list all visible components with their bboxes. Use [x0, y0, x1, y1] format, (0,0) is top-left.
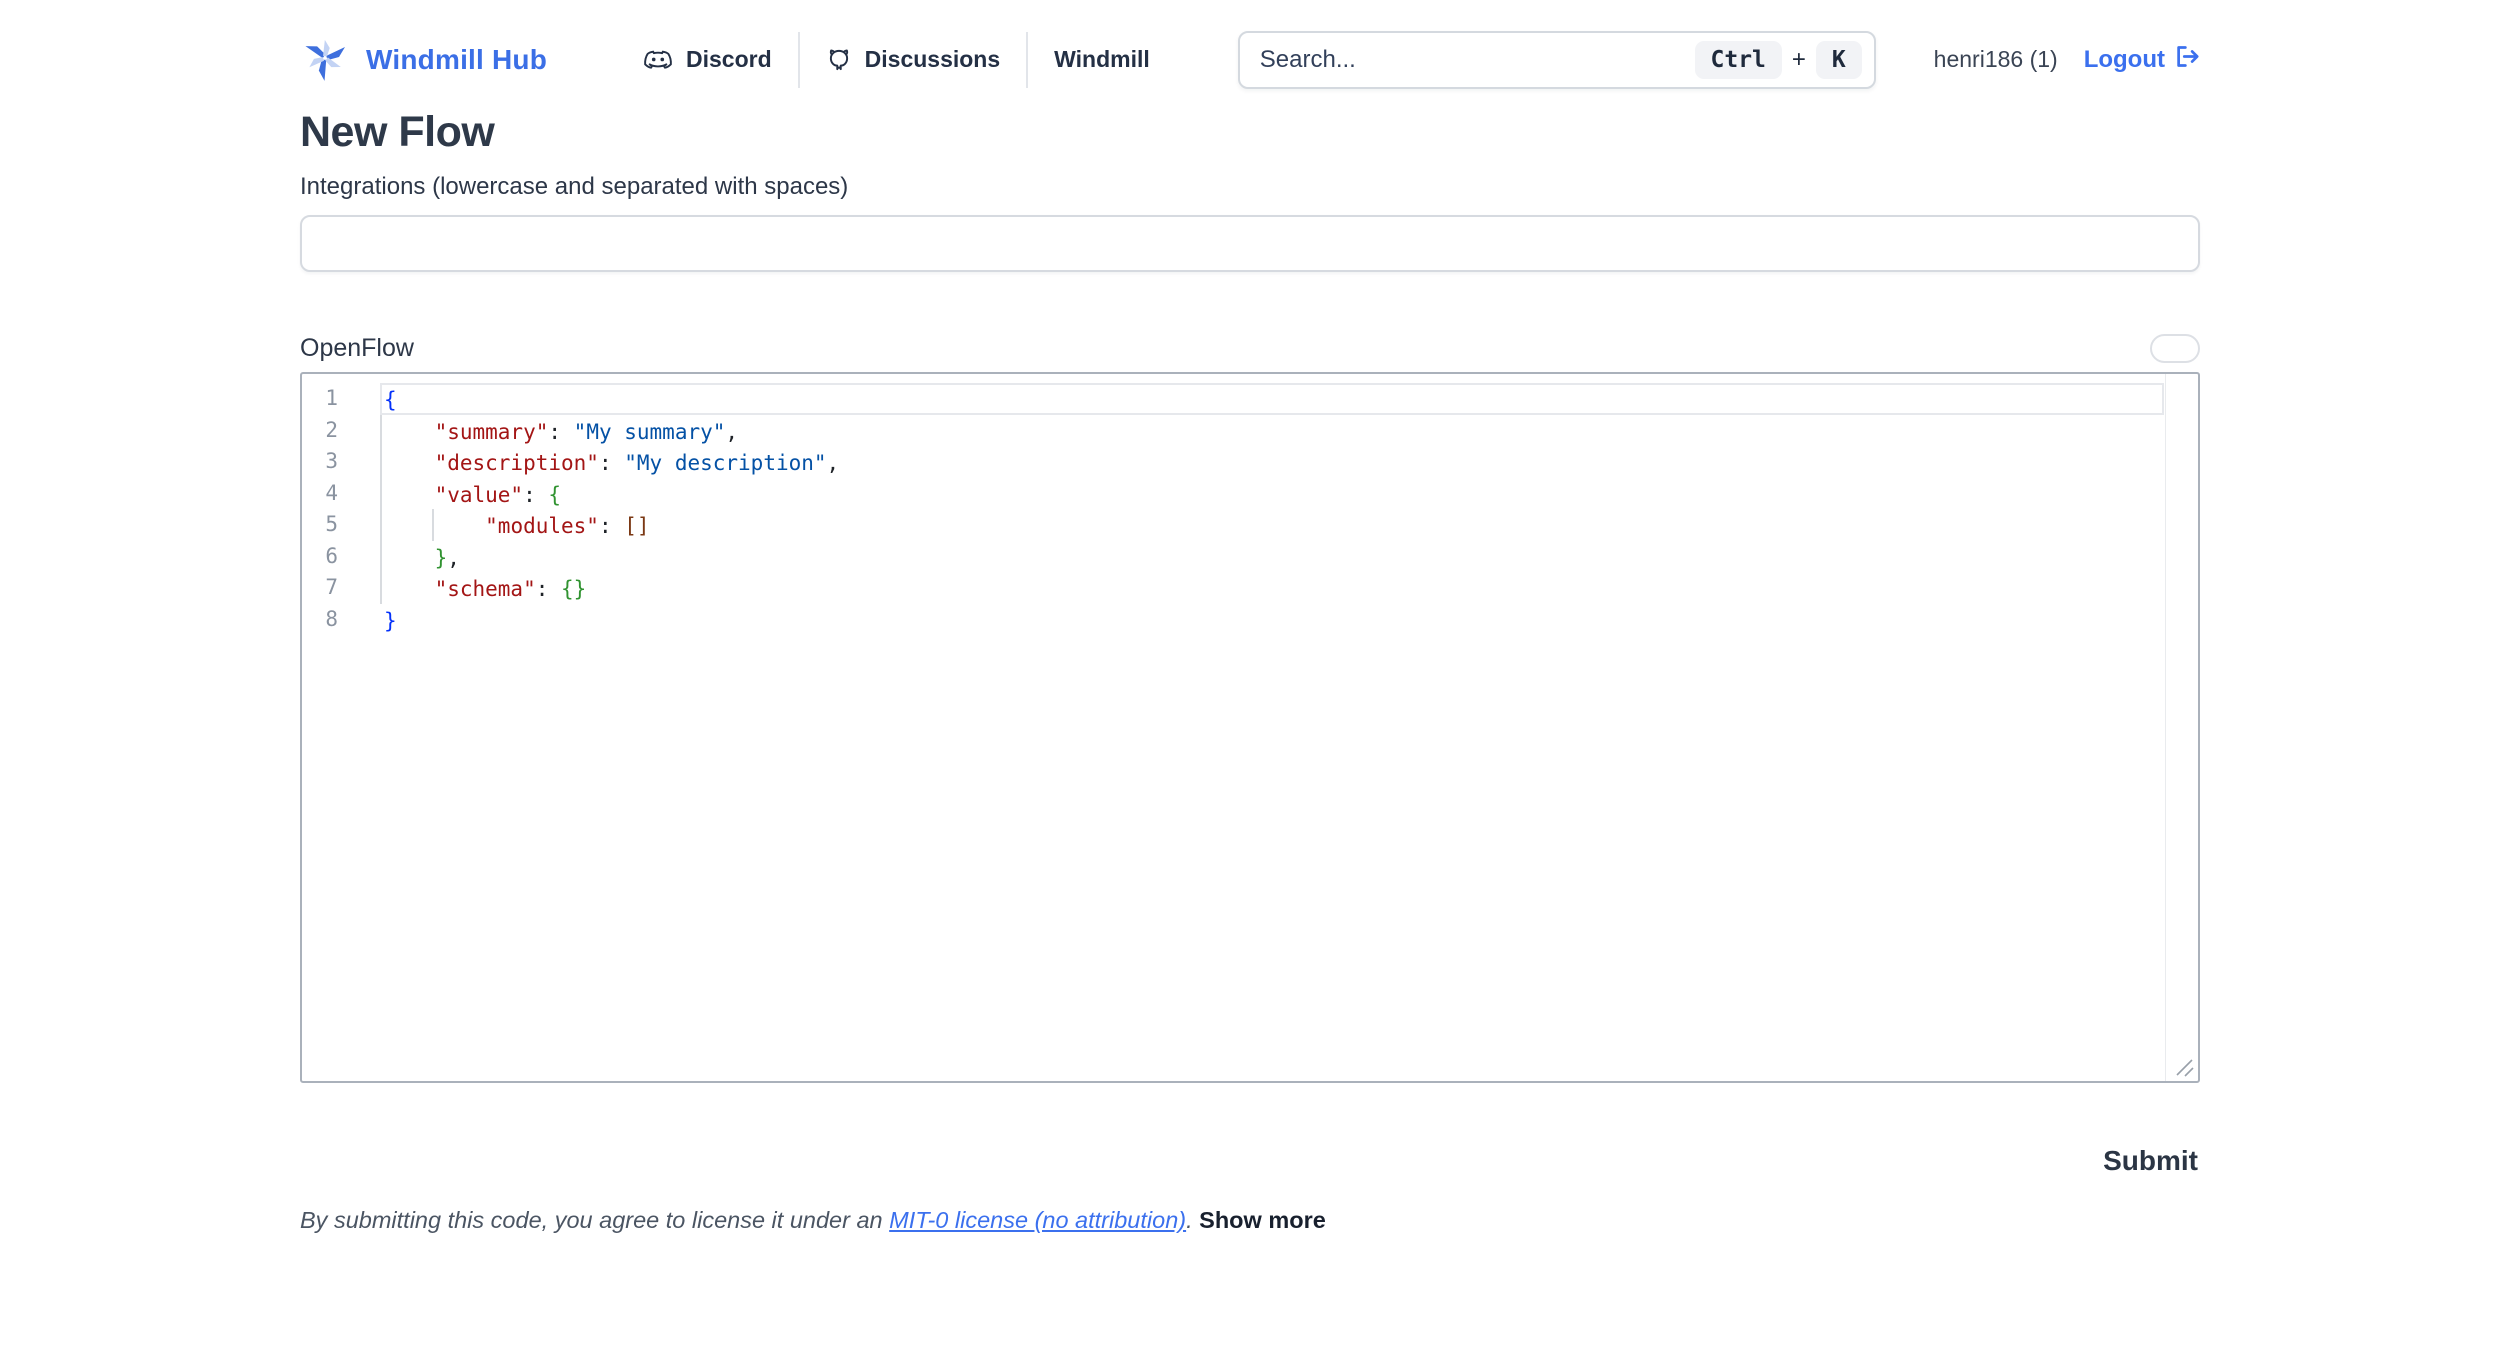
indent-guide [432, 509, 434, 541]
nav-item-discord[interactable]: Discord [643, 46, 798, 73]
search-input[interactable] [1260, 46, 1695, 74]
line-number: 7 [302, 572, 380, 604]
logout-link[interactable]: Logout [2084, 43, 2200, 77]
line-number-gutter: 12345678 [302, 374, 380, 1081]
logout-icon [2173, 43, 2200, 77]
brand-title: Windmill Hub [366, 44, 547, 76]
logout-label: Logout [2084, 46, 2165, 74]
header: Windmill Hub Discord [300, 0, 2200, 92]
nav-label-windmill: Windmill [1054, 46, 1150, 73]
code-line[interactable]: "modules": [] [380, 509, 2164, 541]
user-area: henri186 (1) Logout [1934, 43, 2200, 77]
integrations-input[interactable] [300, 215, 2200, 272]
code-line[interactable]: } [380, 604, 2164, 636]
page-title: New Flow [300, 108, 2200, 157]
openflow-label: OpenFlow [300, 334, 414, 363]
code-line[interactable]: "value": { [380, 478, 2164, 510]
brand[interactable]: Windmill Hub [300, 31, 547, 88]
indent-guide [380, 415, 382, 604]
code-line[interactable]: }, [380, 541, 2164, 573]
submit-button[interactable]: Submit [2101, 1141, 2200, 1181]
username: henri186 (1) [1934, 46, 2058, 73]
discord-icon [643, 48, 673, 72]
line-number: 6 [302, 541, 380, 573]
mit0-license-link[interactable]: MIT-0 license (no attribution) [889, 1207, 1186, 1233]
license-notice: By submitting this code, you agree to li… [300, 1207, 2200, 1234]
show-more-button[interactable]: Show more [1199, 1207, 1326, 1233]
openflow-code-editor[interactable]: 12345678 { "summary": "My summary", "des… [300, 372, 2200, 1083]
editor-scrollbar-track[interactable] [2165, 374, 2167, 1081]
k-key-badge: K [1816, 41, 1862, 79]
code-line[interactable]: "summary": "My summary", [380, 415, 2164, 447]
integrations-label: Integrations (lowercase and separated wi… [300, 173, 2200, 201]
nav-label-discord: Discord [686, 46, 772, 73]
line-number: 8 [302, 604, 380, 636]
nav-label-discussions: Discussions [865, 46, 1001, 73]
windmill-logo-icon [300, 31, 350, 88]
code-line[interactable]: { [380, 383, 2164, 415]
editor-resize-handle[interactable] [2173, 1056, 2195, 1078]
github-icon [826, 47, 852, 73]
code-lines[interactable]: { "summary": "My summary", "description"… [380, 374, 2164, 1081]
ctrl-key-badge: Ctrl [1695, 41, 1782, 79]
code-line[interactable]: "description": "My description", [380, 446, 2164, 478]
code-line[interactable]: "schema": {} [380, 572, 2164, 604]
license-text-before: By submitting this code, you agree to li… [300, 1207, 889, 1233]
line-number: 5 [302, 509, 380, 541]
license-text-after: . [1186, 1207, 1199, 1233]
search-box[interactable]: Ctrl + K [1238, 31, 1876, 89]
openflow-editor-toggle[interactable] [2150, 334, 2200, 363]
shortcut-plus: + [1792, 46, 1806, 74]
nav-item-discussions[interactable]: Discussions [800, 46, 1027, 73]
nav-item-windmill[interactable]: Windmill [1028, 46, 1176, 73]
line-number: 1 [302, 383, 380, 415]
main-nav: Discord Discussions Windmill [643, 32, 1176, 88]
line-number: 2 [302, 415, 380, 447]
line-number: 3 [302, 446, 380, 478]
line-number: 4 [302, 478, 380, 510]
